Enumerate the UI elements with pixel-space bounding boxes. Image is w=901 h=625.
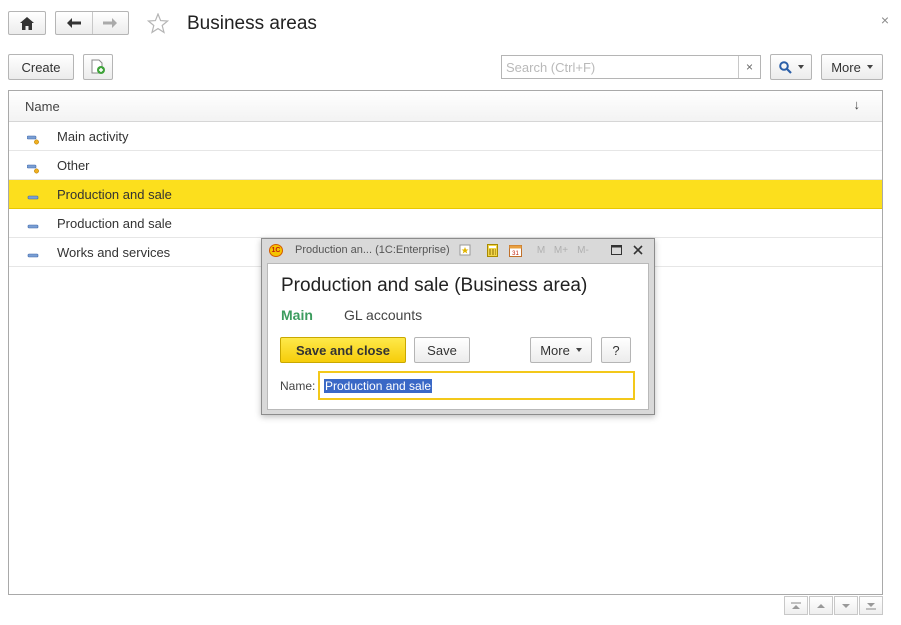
- list-header: Name ↓: [9, 91, 882, 122]
- page-title: Business areas: [187, 13, 317, 34]
- dialog-titlebar: 1C Production an... (1C:Enterprise) 31 M…: [262, 239, 654, 262]
- tab-main[interactable]: Main: [281, 307, 313, 323]
- calendar-icon[interactable]: 31: [508, 243, 522, 257]
- save-and-close-button[interactable]: Save and close: [280, 337, 406, 363]
- business-area-dialog: 1C Production an... (1C:Enterprise) 31 M…: [261, 238, 655, 415]
- list-row[interactable]: Production and sale: [9, 209, 882, 238]
- favorite-star-icon[interactable]: [146, 11, 170, 35]
- arrow-left-icon: [66, 18, 81, 28]
- forward-button[interactable]: [91, 12, 129, 34]
- list-pager: [783, 596, 883, 615]
- help-button[interactable]: ?: [601, 337, 631, 363]
- scroll-to-top-button[interactable]: [784, 596, 808, 615]
- home-button[interactable]: [8, 11, 46, 35]
- list-row-label: Works and services: [57, 245, 171, 260]
- list-row-label: Production and sale: [57, 216, 172, 231]
- tab-gl-accounts[interactable]: GL accounts: [344, 307, 422, 323]
- chevron-down-icon: [842, 603, 850, 608]
- add-document-icon: [91, 59, 105, 74]
- scroll-to-bottom-button[interactable]: [859, 596, 883, 615]
- dialog-window-title: Production an... (1C:Enterprise): [295, 244, 450, 256]
- memory-plus-button[interactable]: M+: [552, 243, 570, 257]
- bookmark-icon[interactable]: [458, 243, 472, 257]
- column-header-name[interactable]: Name: [25, 99, 60, 114]
- dialog-heading: Production and sale (Business area): [281, 275, 588, 296]
- app-logo-icon: 1C: [269, 244, 283, 257]
- more-button-label: More: [831, 59, 861, 75]
- history-navigation: [55, 11, 129, 35]
- search-button[interactable]: [770, 54, 812, 80]
- list-row-label: Other: [57, 158, 90, 173]
- calculator-icon[interactable]: [485, 243, 499, 257]
- svg-text:31: 31: [512, 251, 519, 257]
- memory-m-button[interactable]: M: [534, 243, 548, 257]
- close-icon[interactable]: [631, 243, 645, 257]
- list-row[interactable]: Production and sale: [9, 180, 882, 209]
- list-row-label: Production and sale: [57, 187, 172, 202]
- home-icon: [20, 16, 34, 30]
- search-placeholder: Search (Ctrl+F): [506, 60, 596, 75]
- page-up-button[interactable]: [809, 596, 833, 615]
- sort-arrow-icon[interactable]: ↓: [854, 97, 861, 112]
- page-down-button[interactable]: [834, 596, 858, 615]
- group-item-icon: [26, 133, 39, 145]
- create-button[interactable]: Create: [8, 54, 74, 80]
- double-up-icon: [791, 602, 801, 609]
- close-icon[interactable]: ×: [881, 12, 889, 28]
- double-down-icon: [866, 602, 876, 609]
- back-button[interactable]: [56, 12, 92, 34]
- item-icon: [27, 249, 39, 259]
- more-button[interactable]: More: [821, 54, 883, 80]
- list-row-label: Main activity: [57, 129, 129, 144]
- dialog-content: Production and sale (Business area) Main…: [267, 263, 649, 410]
- maximize-icon[interactable]: [609, 243, 623, 257]
- dialog-more-label: More: [540, 342, 570, 358]
- dialog-more-button[interactable]: More: [530, 337, 592, 363]
- item-icon: [27, 191, 39, 201]
- name-input-value: Production and sale: [324, 379, 433, 393]
- chevron-down-icon: [866, 65, 873, 69]
- chevron-down-icon: [797, 65, 804, 69]
- list-row[interactable]: Main activity: [9, 122, 882, 151]
- create-copy-button[interactable]: [83, 54, 113, 80]
- group-item-icon: [26, 162, 39, 174]
- clear-search-icon[interactable]: ×: [738, 56, 760, 78]
- item-icon: [27, 220, 39, 230]
- arrow-right-icon: [103, 18, 118, 28]
- memory-minus-button[interactable]: M-: [574, 243, 592, 257]
- name-input[interactable]: Production and sale: [318, 371, 635, 400]
- chevron-up-icon: [817, 603, 825, 608]
- list-row[interactable]: Other: [9, 151, 882, 180]
- save-button[interactable]: Save: [414, 337, 470, 363]
- search-input[interactable]: Search (Ctrl+F) ×: [501, 55, 761, 79]
- chevron-down-icon: [575, 348, 582, 352]
- search-icon: [778, 60, 792, 74]
- name-field-label: Name:: [280, 379, 316, 393]
